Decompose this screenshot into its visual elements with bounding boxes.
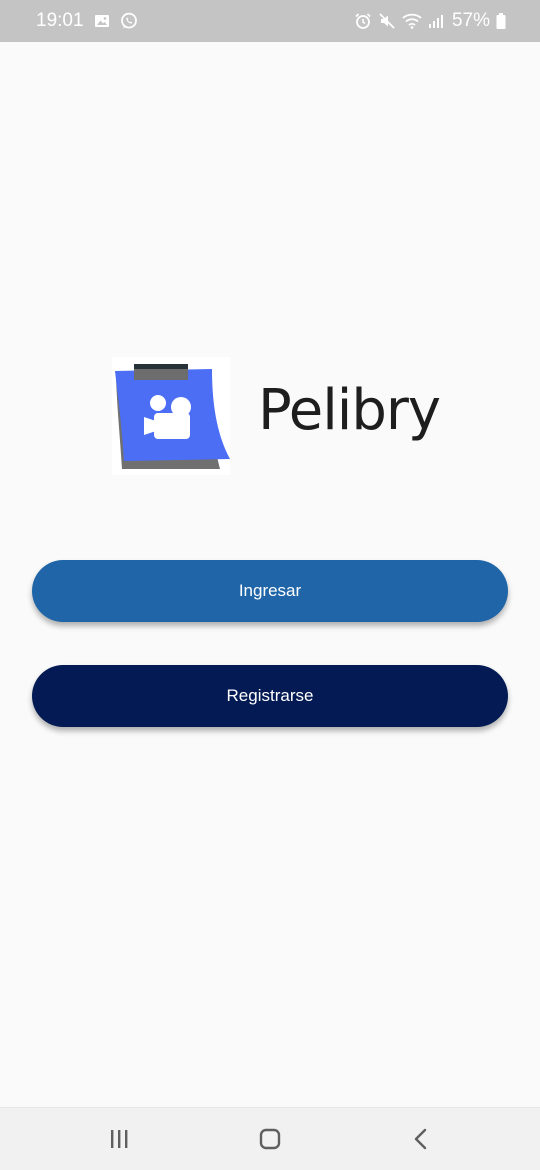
status-left: 19:01	[36, 10, 138, 32]
home-icon[interactable]	[255, 1124, 285, 1154]
app-title: Pelibry	[258, 378, 441, 443]
register-button[interactable]: Registrarse	[32, 665, 508, 727]
mute-icon	[378, 12, 396, 30]
battery-percent: 57%	[451, 10, 490, 31]
alarm-icon	[354, 12, 372, 30]
gallery-icon	[94, 13, 110, 29]
recent-apps-icon[interactable]	[104, 1124, 134, 1154]
battery-icon	[496, 12, 506, 30]
status-time: 19:01	[36, 10, 84, 31]
app-logo	[112, 357, 230, 475]
status-right: 57%	[354, 10, 506, 32]
navigation-bar	[0, 1107, 540, 1170]
movie-camera-note-icon	[115, 364, 230, 469]
login-button[interactable]: Ingresar	[32, 560, 508, 622]
screen: 19:01 57% Pelibry Ingresar Registrarse	[0, 0, 540, 1170]
status-bar: 19:01 57%	[0, 0, 540, 42]
signal-icon	[428, 13, 444, 29]
whatsapp-icon	[120, 12, 138, 30]
wifi-icon	[402, 12, 422, 30]
back-icon[interactable]	[406, 1124, 436, 1154]
